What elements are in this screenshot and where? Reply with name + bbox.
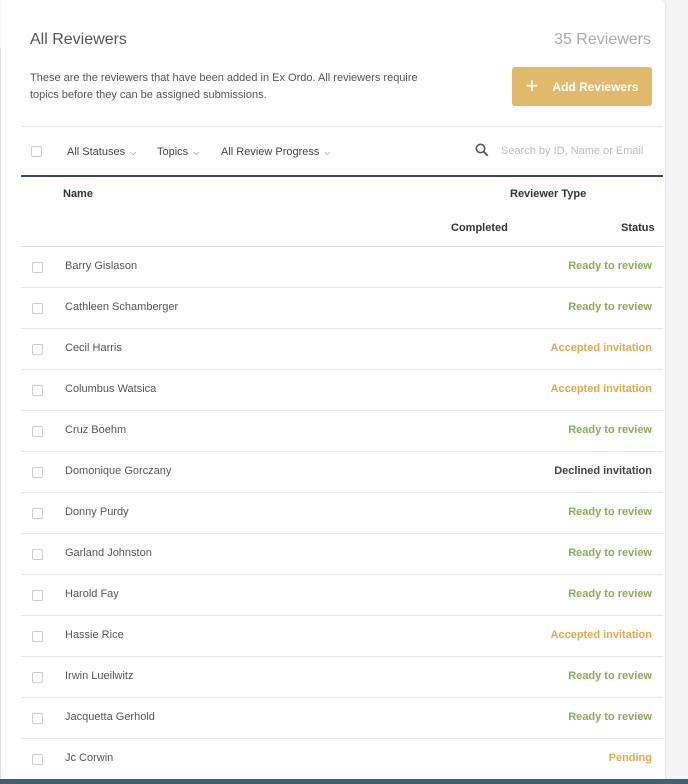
table-row[interactable]: Barry Gislason Ready to review xyxy=(21,247,663,288)
row-checkbox[interactable] xyxy=(32,262,43,273)
table-row[interactable]: Irwin Lueilwitz Ready to review xyxy=(21,657,663,698)
row-checkbox[interactable] xyxy=(32,754,43,765)
status-badge: Ready to review xyxy=(568,301,652,313)
status-badge: Ready to review xyxy=(568,711,652,723)
review-progress-filter-label: All Review Progress xyxy=(221,146,320,158)
table-row[interactable]: Cecil Harris Accepted invitation xyxy=(21,329,663,370)
row-checkbox[interactable] xyxy=(32,713,43,724)
column-header-reviewer-type[interactable]: Reviewer Type xyxy=(510,188,586,200)
reviewer-name[interactable]: Irwin Lueilwitz xyxy=(65,670,133,682)
topics-filter-dropdown[interactable]: Topics ⌵ xyxy=(157,146,199,158)
reviewers-table: Barry Gislason Ready to review Cathleen Sc… xyxy=(21,247,663,780)
row-checkbox[interactable] xyxy=(32,508,43,519)
row-checkbox[interactable] xyxy=(32,344,43,355)
plus-icon: + xyxy=(525,72,539,98)
row-checkbox[interactable] xyxy=(32,672,43,683)
page-description: These are the reviewers that have been a… xyxy=(30,72,418,101)
reviewers-panel: All Reviewers 35 Reviewers These are the… xyxy=(1,0,666,780)
row-checkbox[interactable] xyxy=(32,467,43,478)
reviewer-name[interactable]: Cruz Boehm xyxy=(65,424,126,436)
reviewer-name[interactable]: Hassie Rice xyxy=(65,629,124,641)
table-row[interactable]: Domonique Gorczany Declined invitation xyxy=(21,452,663,493)
row-checkbox[interactable] xyxy=(32,426,43,437)
table-row[interactable]: Jc Corwin Pending xyxy=(21,739,663,780)
table-row[interactable]: Hassie Rice Accepted invitation xyxy=(21,616,663,657)
status-filter-dropdown[interactable]: All Statuses ⌵ xyxy=(67,146,136,158)
status-badge: Accepted invitation xyxy=(550,629,652,641)
status-badge: Ready to review xyxy=(568,588,652,600)
chevron-down-icon: ⌵ xyxy=(193,148,200,157)
reviewer-name[interactable]: Cathleen Schamberger xyxy=(65,301,178,313)
column-header-name[interactable]: Name xyxy=(63,188,93,200)
search-icon xyxy=(475,143,489,162)
status-badge: Pending xyxy=(608,752,652,764)
row-checkbox[interactable] xyxy=(32,590,43,601)
table-row[interactable]: Donny Purdy Ready to review xyxy=(21,493,663,534)
chevron-down-icon: ⌵ xyxy=(324,148,331,157)
reviewer-name[interactable]: Cecil Harris xyxy=(65,342,122,354)
reviewer-name[interactable]: Jc Corwin xyxy=(65,752,113,764)
status-badge: Ready to review xyxy=(568,424,652,436)
status-badge: Declined invitation xyxy=(554,465,652,477)
select-all-checkbox[interactable] xyxy=(31,146,42,157)
search-input[interactable] xyxy=(499,142,663,160)
status-badge: Accepted invitation xyxy=(550,383,652,395)
table-row[interactable]: Cruz Boehm Ready to review xyxy=(21,411,663,452)
table-row[interactable]: Columbus Watsica Accepted invitation xyxy=(21,370,663,411)
table-row[interactable]: Garland Johnston Ready to review xyxy=(21,534,663,575)
column-header-completed[interactable]: Completed xyxy=(451,222,508,234)
chevron-down-icon: ⌵ xyxy=(130,148,137,157)
filter-bar: All Statuses ⌵ Topics ⌵ All Review Progres… xyxy=(21,127,663,175)
status-filter-label: All Statuses xyxy=(67,146,126,158)
status-badge: Accepted invitation xyxy=(550,342,652,354)
reviewer-name[interactable]: Harold Fay xyxy=(65,588,119,600)
page-title: All Reviewers xyxy=(30,31,127,48)
row-checkbox[interactable] xyxy=(32,303,43,314)
reviewer-name[interactable]: Columbus Watsica xyxy=(65,383,156,395)
status-badge: Ready to review xyxy=(568,670,652,682)
status-badge: Ready to review xyxy=(568,506,652,518)
row-checkbox[interactable] xyxy=(32,631,43,642)
row-checkbox[interactable] xyxy=(32,549,43,560)
reviewer-name[interactable]: Garland Johnston xyxy=(65,547,152,559)
reviewer-name[interactable]: Barry Gislason xyxy=(65,260,137,272)
reviewer-name[interactable]: Donny Purdy xyxy=(65,506,129,518)
bottom-bar xyxy=(0,779,688,784)
table-row[interactable]: Cathleen Schamberger Ready to review xyxy=(21,288,663,329)
table-row[interactable]: Harold Fay Ready to review xyxy=(21,575,663,616)
reviewer-name[interactable]: Jacquetta Gerhold xyxy=(65,711,155,723)
add-reviewers-label: Add Reviewers xyxy=(552,79,639,94)
status-badge: Ready to review xyxy=(568,547,652,559)
status-badge: Ready to review xyxy=(568,260,652,272)
reviewer-name[interactable]: Domonique Gorczany xyxy=(65,465,171,477)
add-reviewers-button[interactable]: + Add Reviewers xyxy=(512,67,652,106)
column-header-status[interactable]: Status xyxy=(621,222,655,234)
header-divider xyxy=(21,175,663,177)
row-checkbox[interactable] xyxy=(32,385,43,396)
table-row[interactable]: Jacquetta Gerhold Ready to review xyxy=(21,698,663,739)
topics-filter-label: Topics xyxy=(157,146,189,158)
reviewer-count: 35 Reviewers xyxy=(554,31,651,48)
review-progress-filter-dropdown[interactable]: All Review Progress ⌵ xyxy=(221,146,331,158)
